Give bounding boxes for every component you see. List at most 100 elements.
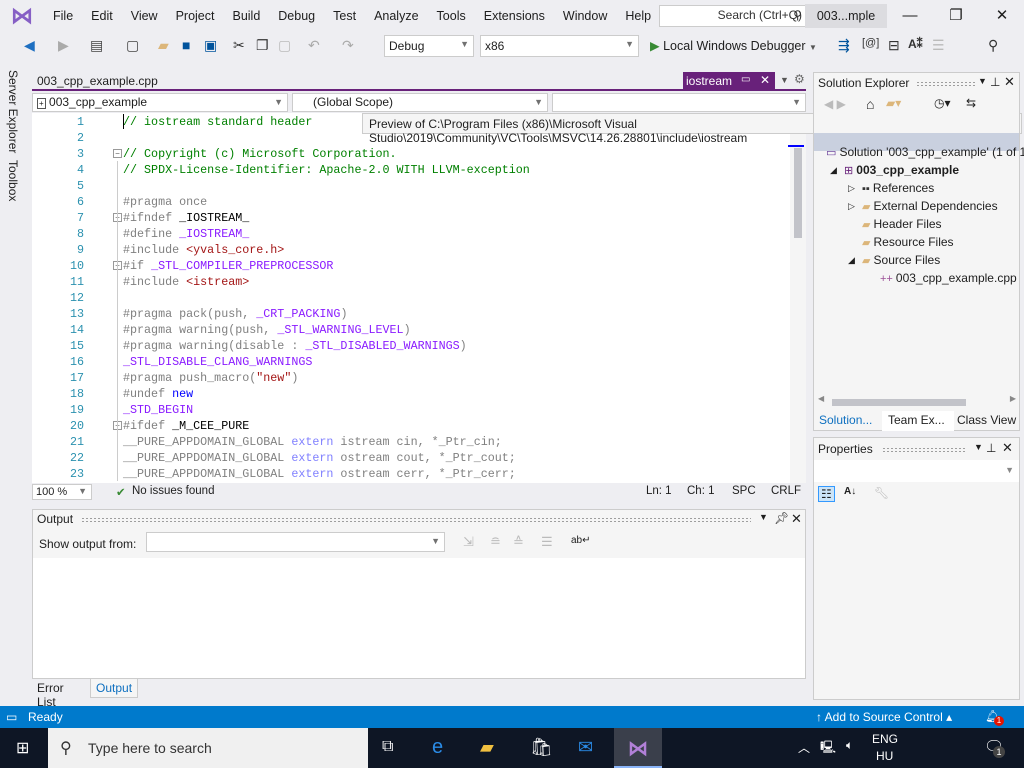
mail-icon[interactable]: ✉ bbox=[578, 737, 593, 758]
start-debugging-button[interactable]: ▶ Local Windows Debugger ▼ bbox=[650, 38, 817, 53]
tab-error-list[interactable]: Error List bbox=[32, 679, 69, 709]
minimize-button[interactable]: — bbox=[887, 4, 933, 28]
close-window-button[interactable]: ✕ bbox=[979, 4, 1024, 28]
server-explorer-tab[interactable]: Server Explorer bbox=[6, 70, 20, 153]
edge-icon[interactable]: e bbox=[432, 736, 443, 759]
volume-icon[interactable]: 🔈︎ bbox=[846, 738, 853, 753]
show-hidden-icons[interactable]: ︿ bbox=[798, 739, 810, 756]
notifications-bell-icon[interactable]: 🔔︎ 1 bbox=[985, 709, 1004, 726]
tree-item[interactable]: ▭ Solution '003_cpp_example' (1 of 1 pro… bbox=[826, 145, 1024, 159]
switch-views-icon[interactable]: ▰▾ bbox=[886, 96, 901, 110]
open-file-icon[interactable]: ▰ bbox=[158, 37, 169, 54]
redo-icon[interactable]: ↷ bbox=[342, 37, 354, 54]
language-indicator[interactable]: ENG bbox=[872, 732, 898, 746]
word-wrap-icon[interactable]: ab↵ bbox=[571, 535, 591, 546]
undo-icon[interactable]: ↶ bbox=[308, 37, 320, 54]
configuration-dropdown[interactable]: Debug ▼ bbox=[384, 35, 474, 57]
alphabetical-icon[interactable]: A↓ bbox=[844, 486, 856, 497]
issues-status[interactable]: No issues found bbox=[132, 485, 214, 497]
cut-icon[interactable]: ✂ bbox=[233, 37, 245, 54]
next-message-icon[interactable]: ≙ bbox=[513, 534, 524, 550]
close-tab-icon[interactable]: ✕ bbox=[760, 73, 770, 87]
action-center-icon[interactable]: 🗨︎1 bbox=[984, 737, 1005, 758]
dropdown-icon[interactable]: ▼ bbox=[974, 442, 983, 452]
new-project-icon[interactable]: ▤ bbox=[90, 37, 103, 54]
menu-extensions[interactable]: Extensions bbox=[475, 9, 554, 23]
bookmark-icon[interactable]: ⊟ bbox=[888, 37, 900, 54]
tab-iostream-preview[interactable]: iostream ▭ ✕ bbox=[683, 72, 775, 90]
pin-icon[interactable]: ⊥ bbox=[986, 441, 996, 455]
save-icon[interactable]: ■ bbox=[182, 37, 190, 53]
zoom-dropdown[interactable]: 100 % ▼ bbox=[32, 484, 92, 500]
menu-build[interactable]: Build bbox=[223, 9, 269, 23]
windows-start-icon[interactable]: ⊞ bbox=[16, 738, 29, 758]
collapsed-arrow-icon[interactable]: ▷ bbox=[848, 183, 855, 194]
platform-dropdown[interactable]: x86 ▼ bbox=[480, 35, 639, 57]
expanded-arrow-icon[interactable]: ◢ bbox=[848, 255, 855, 266]
property-pages-icon[interactable]: 🔧︎ bbox=[874, 486, 889, 500]
add-to-source-control-button[interactable]: ↑ Add to Source Control ▴ bbox=[816, 710, 952, 724]
tab-list-dropdown-icon[interactable]: ▼ bbox=[780, 75, 789, 85]
task-view-icon[interactable]: ⧉ bbox=[382, 738, 393, 756]
copy-icon[interactable]: ❐ bbox=[256, 37, 269, 54]
network-icon[interactable]: 🖳︎ bbox=[820, 738, 836, 759]
settings-gear-icon[interactable]: ⚙ bbox=[794, 72, 805, 86]
format-icon[interactable]: A⁑ bbox=[908, 37, 923, 51]
dropdown-icon[interactable]: ▼ bbox=[759, 512, 768, 522]
pending-changes-icon[interactable]: ◷▾ bbox=[934, 96, 951, 110]
pin-icon[interactable]: 📌︎ bbox=[774, 511, 789, 525]
tree-item[interactable]: ▷ ▰ External Dependencies bbox=[848, 199, 998, 213]
tree-item[interactable]: ◢ ⊞ 003_cpp_example bbox=[830, 163, 959, 177]
taskbar-search-input[interactable]: ⚲ Type here to search bbox=[48, 728, 368, 768]
promote-icon[interactable]: ▭ bbox=[741, 74, 750, 85]
tab-003-cpp-example[interactable]: 003_cpp_example.cpp bbox=[37, 74, 158, 88]
menu-edit[interactable]: Edit bbox=[82, 9, 122, 23]
save-all-icon[interactable]: ▣ bbox=[204, 37, 217, 54]
project-nav-dropdown[interactable]: + 003_cpp_example ▼ bbox=[32, 93, 288, 112]
menu-help[interactable]: Help bbox=[616, 9, 660, 23]
scope-nav-dropdown[interactable]: (Global Scope) ▼ bbox=[292, 93, 548, 112]
tab-output[interactable]: Output bbox=[90, 679, 139, 698]
tab-solution-explorer[interactable]: Solution... bbox=[819, 413, 872, 427]
quickwatch-icon[interactable]: [@] bbox=[862, 37, 879, 49]
prev-message-icon[interactable]: ≘ bbox=[490, 534, 501, 550]
comment-icon[interactable]: ☰ bbox=[932, 37, 945, 54]
tree-item[interactable]: ▰ Header Files bbox=[862, 217, 942, 231]
tab-team-explorer[interactable]: Team Ex... bbox=[882, 411, 954, 431]
back-icon[interactable]: ◀ ▶ bbox=[824, 97, 846, 111]
horizontal-scrollbar[interactable]: ◀ ▶ bbox=[818, 394, 1018, 407]
maximize-button[interactable]: ❐ bbox=[933, 4, 979, 28]
home-icon[interactable]: ⌂ bbox=[866, 96, 874, 112]
add-item-icon[interactable]: ▢ bbox=[126, 37, 139, 54]
menu-project[interactable]: Project bbox=[167, 9, 224, 23]
forward-icon[interactable]: ▶ bbox=[58, 37, 69, 54]
pin-icon[interactable]: ⊥ bbox=[990, 75, 1000, 89]
collapse-region-icon[interactable]: − bbox=[113, 149, 122, 158]
tree-item[interactable]: ++ 003_cpp_example.cpp bbox=[880, 271, 1017, 285]
toolbox-tab[interactable]: Toolbox bbox=[6, 160, 20, 201]
close-icon[interactable]: ✕ bbox=[1002, 440, 1013, 456]
clear-all-icon[interactable]: ☰ bbox=[541, 534, 553, 550]
close-icon[interactable]: ✕ bbox=[791, 511, 802, 527]
back-icon[interactable]: ◀ bbox=[24, 37, 35, 54]
object-selector-dropdown[interactable]: ▼ bbox=[814, 460, 1019, 482]
step-icon[interactable]: ⇶ bbox=[838, 37, 850, 54]
menu-debug[interactable]: Debug bbox=[269, 9, 324, 23]
keyboard-layout[interactable]: HU bbox=[876, 749, 893, 763]
menu-view[interactable]: View bbox=[122, 9, 167, 23]
tree-item[interactable]: ◢ ▰ Source Files bbox=[848, 253, 940, 267]
scrollbar-thumb[interactable] bbox=[794, 148, 802, 238]
categorized-icon[interactable]: ☷ bbox=[818, 486, 835, 502]
goto-line-icon[interactable]: ⇲ bbox=[463, 534, 474, 550]
member-nav-dropdown[interactable]: ▼ bbox=[552, 93, 806, 112]
code-editor[interactable]: 1// iostream standard header 2 3// Copyrig… bbox=[32, 113, 806, 483]
dropdown-icon[interactable]: ▼ bbox=[978, 76, 987, 86]
file-explorer-icon[interactable]: ▰ bbox=[480, 737, 494, 758]
output-text-area[interactable] bbox=[33, 558, 805, 678]
feedback-icon[interactable]: ⚲ bbox=[988, 37, 998, 54]
visual-studio-taskbar-button[interactable]: ⋈ bbox=[614, 728, 662, 768]
search-input[interactable]: Search (Ctrl+Q) ⚲ bbox=[659, 5, 809, 27]
sync-icon[interactable]: ⇆ bbox=[966, 96, 976, 110]
output-source-dropdown[interactable]: ▼ bbox=[146, 532, 445, 552]
close-icon[interactable]: ✕ bbox=[1004, 74, 1015, 90]
